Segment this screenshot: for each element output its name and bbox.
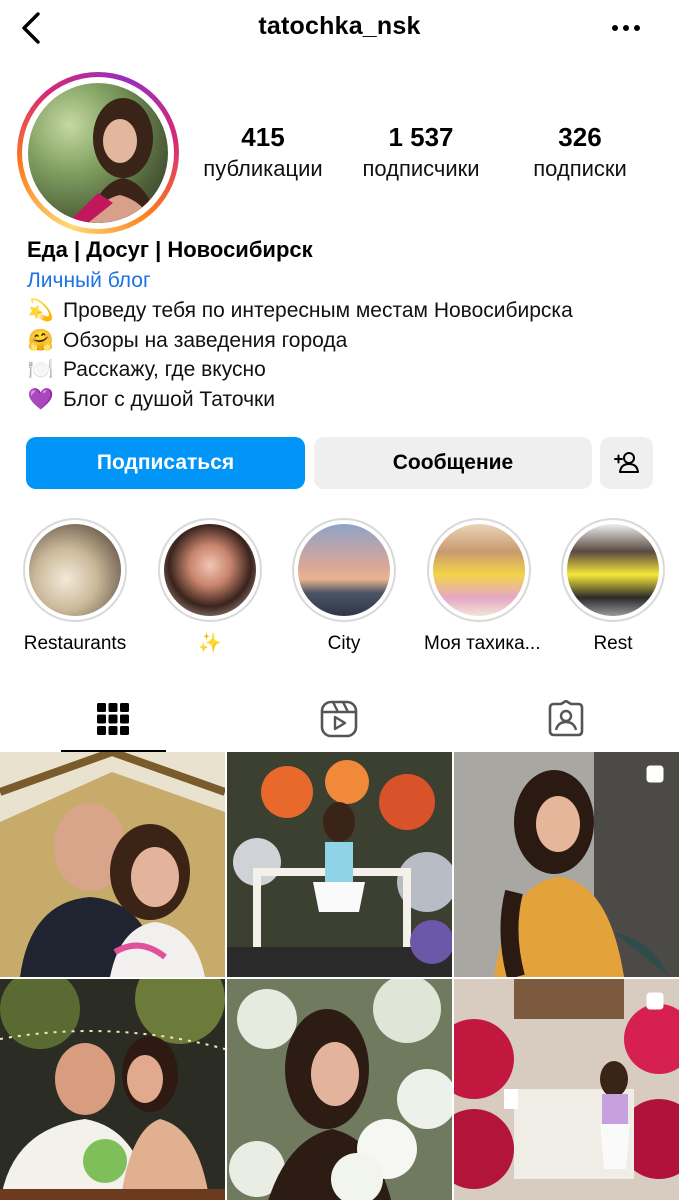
post-thumbnail[interactable]	[0, 752, 225, 977]
highlight-city[interactable]: City	[289, 518, 399, 656]
highlight-cover-image	[164, 524, 256, 616]
profile-username: tatochka_nsk	[258, 12, 421, 40]
top-bar: tatochka_nsk	[0, 0, 679, 56]
highlight-label: ✨	[198, 633, 222, 654]
plate-emoji-icon: 🍽️	[27, 358, 55, 381]
stat-followers-label: подписчики	[362, 156, 480, 181]
highlight-mood[interactable]: Моя тахика...	[424, 518, 541, 656]
add-person-button[interactable]	[600, 437, 653, 489]
highlight-cover-image	[567, 524, 659, 616]
post-thumbnail[interactable]	[0, 979, 225, 1200]
highlight-label: Моя тахика...	[424, 633, 541, 654]
highlight-sparkles[interactable]: ✨	[155, 518, 265, 656]
highlight-restaurants[interactable]: Restaurants	[20, 518, 130, 656]
grid-icon	[97, 703, 129, 735]
profile-bio: Еда | Досуг | Новосибирск Личный блог 💫 П…	[27, 234, 667, 414]
more-horizontal-icon[interactable]	[606, 12, 646, 44]
highlight-cover-image	[433, 524, 525, 616]
stat-posts-label: публикации	[203, 156, 323, 181]
highlight-cover-image	[298, 524, 390, 616]
post-thumbnail[interactable]	[227, 752, 452, 977]
avatar	[28, 83, 168, 223]
highlight-label: Rest	[593, 633, 633, 654]
bio-line: 🤗 Обзоры на заведения города	[27, 326, 667, 356]
hug-emoji-icon: 🤗	[27, 328, 55, 352]
bio-line: 🍽️ Расскажу, где вкусно	[27, 355, 667, 385]
stat-following-value: 326	[558, 122, 602, 152]
highlight-rest[interactable]: Rest	[558, 518, 668, 656]
stat-following[interactable]: 326 подписки	[505, 120, 655, 184]
bio-line-text: Блог с душой Таточки	[63, 387, 275, 411]
stat-following-label: подписки	[533, 156, 627, 181]
stat-followers[interactable]: 1 537 подписчики	[346, 120, 496, 184]
post-thumbnail[interactable]	[454, 979, 679, 1200]
stat-followers-value: 1 537	[388, 122, 454, 152]
bio-line-text: Обзоры на заведения города	[63, 328, 348, 352]
stat-posts[interactable]: 415 публикации	[188, 120, 338, 184]
carousel-badge-icon	[646, 765, 664, 783]
sparkle-emoji-icon: 💫	[27, 299, 55, 322]
bio-line: 💜 Блог с душой Таточки	[27, 385, 667, 415]
purple-heart-emoji-icon: 💜	[27, 387, 55, 411]
reels-icon	[320, 700, 358, 738]
tagged-icon	[548, 700, 584, 737]
stat-posts-value: 415	[241, 122, 285, 152]
profile-category[interactable]: Личный блог	[27, 266, 667, 296]
bio-line-text: Расскажу, где вкусно	[63, 358, 266, 381]
message-button[interactable]: Сообщение	[314, 437, 592, 489]
tab-reels[interactable]	[226, 686, 452, 752]
tab-posts-grid[interactable]	[0, 686, 226, 752]
avatar-story-ring[interactable]	[17, 72, 179, 234]
highlight-label: Restaurants	[23, 633, 127, 654]
carousel-badge-icon	[646, 992, 664, 1010]
post-thumbnail[interactable]	[227, 979, 452, 1200]
post-thumbnail[interactable]	[454, 752, 679, 977]
highlight-cover-image	[29, 524, 121, 616]
highlight-label: City	[327, 633, 361, 654]
add-person-icon	[613, 452, 639, 473]
bio-line: 💫 Проведу тебя по интересным местам Новос…	[27, 296, 667, 326]
follow-button[interactable]: Подписаться	[26, 437, 305, 489]
profile-name: Еда | Досуг | Новосибирск	[27, 237, 313, 262]
tab-tagged[interactable]	[453, 686, 679, 752]
bio-line-text: Проведу тебя по интересным местам Новоси…	[63, 299, 573, 322]
profile-tabs	[0, 686, 679, 752]
